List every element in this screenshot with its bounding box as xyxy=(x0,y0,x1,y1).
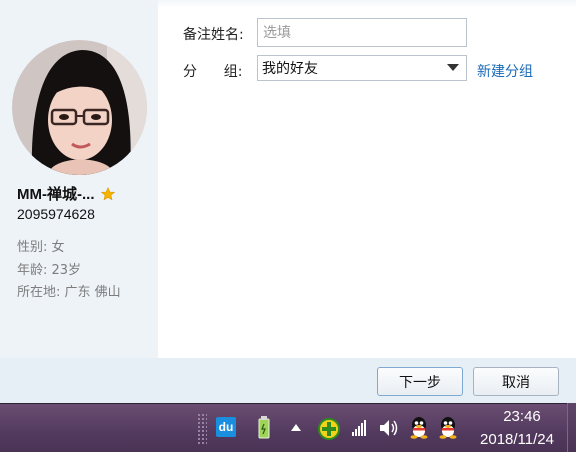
usb-battery-icon[interactable] xyxy=(257,416,271,440)
age-info: 年龄: 23岁 xyxy=(17,263,82,278)
add-friend-dialog: MM-禅城-... 2095974628 性别: 女 年龄: 23岁 所在地: … xyxy=(0,0,576,403)
tray-grip xyxy=(197,413,207,445)
network-signal-icon[interactable] xyxy=(352,420,368,436)
qq-penguin-icon[interactable] xyxy=(438,416,458,440)
profile-panel: MM-禅城-... 2095974628 性别: 女 年龄: 23岁 所在地: … xyxy=(0,0,158,358)
qq-penguin-icon[interactable] xyxy=(409,416,429,440)
group-select[interactable]: 我的好友 xyxy=(257,55,467,81)
star-icon xyxy=(101,186,116,201)
location-info: 所在地: 广东 佛山 xyxy=(17,285,121,300)
avatar xyxy=(12,40,147,175)
nickname: MM-禅城-... xyxy=(17,185,95,203)
new-group-link[interactable]: 新建分组 xyxy=(477,61,533,81)
green-plus-security-icon[interactable] xyxy=(318,418,340,440)
show-hidden-icons-arrow[interactable] xyxy=(290,423,302,433)
remark-label: 备注姓名: xyxy=(183,27,244,43)
qq-number: 2095974628 xyxy=(17,206,95,222)
dropdown-arrow-icon[interactable] xyxy=(447,64,459,71)
clock-date[interactable]: 2018/11/24 xyxy=(470,431,564,448)
volume-icon[interactable] xyxy=(378,418,400,438)
cancel-button[interactable]: 取消 xyxy=(473,367,559,396)
remark-input[interactable] xyxy=(257,18,467,47)
next-step-button[interactable]: 下一步 xyxy=(377,367,463,396)
show-desktop-button[interactable] xyxy=(567,403,576,452)
clock-time[interactable]: 23:46 xyxy=(482,408,562,425)
nickname-row: MM-禅城-... xyxy=(17,183,116,203)
group-selected-value: 我的好友 xyxy=(262,61,318,77)
gender-info: 性别: 女 xyxy=(17,240,65,255)
group-label: 分 组: xyxy=(183,64,243,80)
baidu-du-icon[interactable]: du xyxy=(216,417,236,437)
